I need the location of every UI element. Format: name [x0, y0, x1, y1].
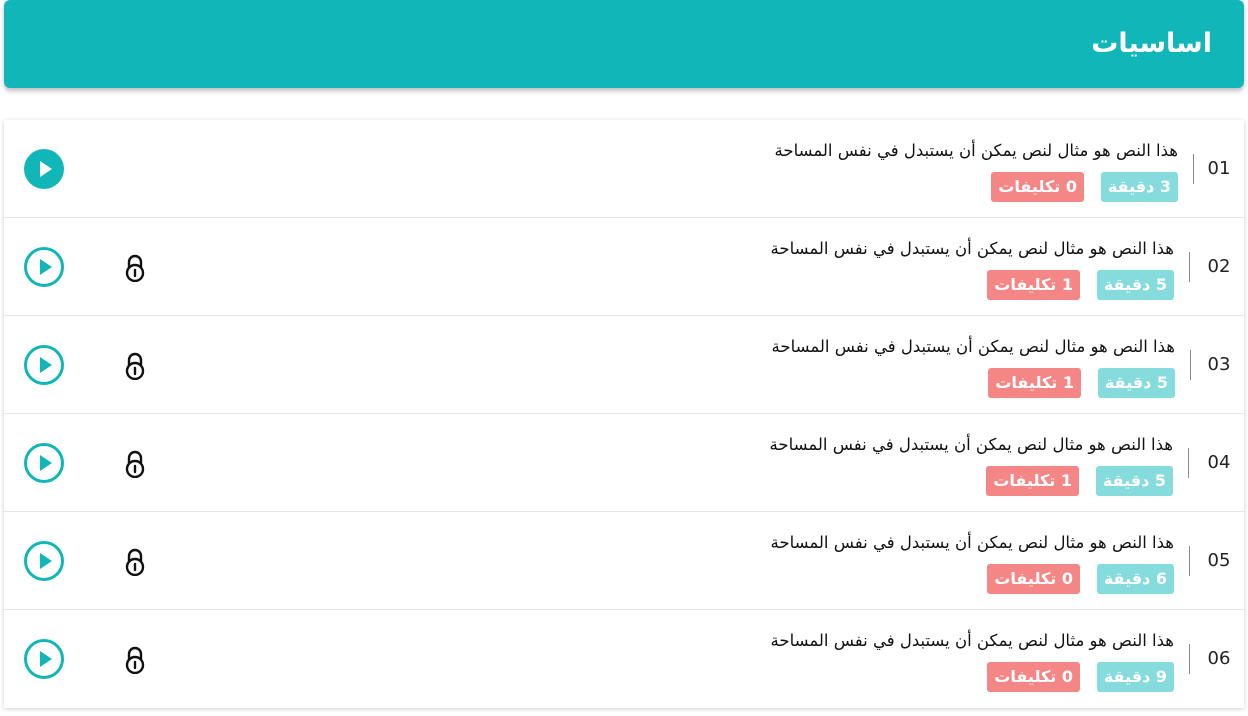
lesson-row[interactable]: 06 هذا النص هو مثال لنص يمكن أن يستبدل ف…	[4, 610, 1244, 708]
lesson-row[interactable]: 01 هذا النص هو مثال لنص يمكن أن يستبدل ف…	[4, 120, 1244, 218]
minutes-badge: 3 دقيقة	[1100, 172, 1178, 202]
minutes-badge: 5 دقيقة	[1096, 270, 1174, 300]
lock-icon	[125, 352, 145, 380]
lock-icon	[125, 254, 145, 282]
section-header: اساسيات	[4, 0, 1244, 88]
lesson-title: هذا النص هو مثال لنص يمكن أن يستبدل في ن…	[770, 533, 1174, 552]
row-divider	[1189, 252, 1190, 282]
tasks-badge: 1 تكليفات	[988, 368, 1081, 398]
tasks-badge: 0 تكليفات	[991, 172, 1084, 202]
tasks-badge: 0 تكليفات	[987, 564, 1080, 594]
lock-icon	[125, 450, 145, 478]
lesson-title: هذا النص هو مثال لنص يمكن أن يستبدل في ن…	[769, 435, 1173, 454]
tasks-badge: 1 تكليفات	[986, 466, 1079, 496]
play-outline-icon[interactable]	[24, 345, 64, 385]
play-outline-icon[interactable]	[24, 639, 64, 679]
lesson-number: 01	[1207, 158, 1231, 179]
row-divider	[1189, 546, 1190, 576]
lesson-row[interactable]: 02 هذا النص هو مثال لنص يمكن أن يستبدل ف…	[4, 218, 1244, 316]
lesson-list: 01 هذا النص هو مثال لنص يمكن أن يستبدل ف…	[4, 120, 1244, 708]
lesson-number: 06	[1207, 648, 1231, 669]
tasks-badge: 1 تكليفات	[987, 270, 1080, 300]
play-outline-icon[interactable]	[24, 443, 64, 483]
row-divider	[1190, 350, 1191, 380]
lesson-title: هذا النص هو مثال لنص يمكن أن يستبدل في ن…	[774, 141, 1178, 160]
lock-icon	[125, 646, 145, 674]
lesson-title: هذا النص هو مثال لنص يمكن أن يستبدل في ن…	[771, 337, 1175, 356]
lesson-title: هذا النص هو مثال لنص يمكن أن يستبدل في ن…	[770, 631, 1174, 650]
minutes-badge: 6 دقيقة	[1096, 564, 1174, 594]
lesson-row[interactable]: 04 هذا النص هو مثال لنص يمكن أن يستبدل ف…	[4, 414, 1244, 512]
lesson-number: 02	[1207, 256, 1231, 277]
minutes-badge: 9 دقيقة	[1096, 662, 1174, 692]
play-outline-icon[interactable]	[24, 541, 64, 581]
minutes-badge: 5 دقيقة	[1095, 466, 1173, 496]
lesson-number: 05	[1207, 550, 1231, 571]
lesson-number: 04	[1207, 452, 1231, 473]
lesson-number: 03	[1207, 354, 1231, 375]
row-divider	[1188, 448, 1189, 478]
minutes-badge: 5 دقيقة	[1097, 368, 1175, 398]
tasks-badge: 0 تكليفات	[987, 662, 1080, 692]
lesson-row[interactable]: 03 هذا النص هو مثال لنص يمكن أن يستبدل ف…	[4, 316, 1244, 414]
row-divider	[1189, 644, 1190, 674]
lesson-row[interactable]: 05 هذا النص هو مثال لنص يمكن أن يستبدل ف…	[4, 512, 1244, 610]
section-title: اساسيات	[1091, 28, 1212, 59]
lock-icon	[125, 548, 145, 576]
play-filled-icon[interactable]	[24, 149, 64, 189]
play-outline-icon[interactable]	[24, 247, 64, 287]
row-divider	[1193, 154, 1194, 184]
lesson-title: هذا النص هو مثال لنص يمكن أن يستبدل في ن…	[770, 239, 1174, 258]
